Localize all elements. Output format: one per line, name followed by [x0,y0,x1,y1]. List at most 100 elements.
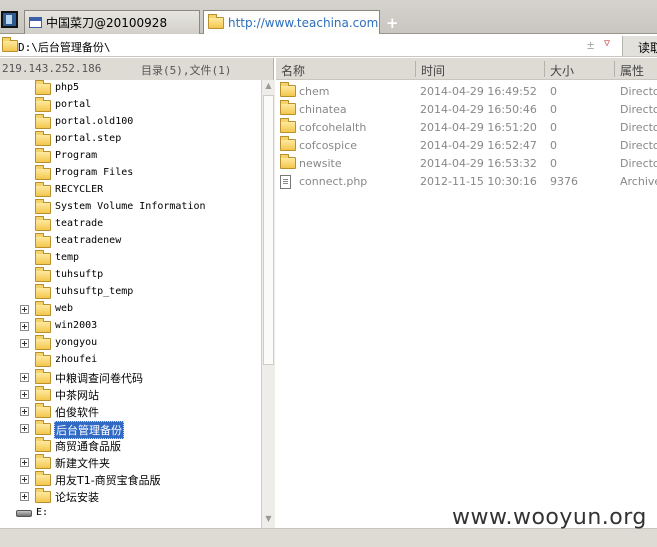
tab-bar: 中国菜刀@20100928 http://www.teachina.com/up… [0,0,657,34]
expand-icon[interactable] [20,305,29,314]
tree-item-label: 用友T1-商贸宝食品版 [55,474,161,487]
tree-item[interactable]: php5 [0,80,262,97]
tree-item-label: temp [55,252,80,263]
drive-icon [16,510,32,517]
plus-minus-icon[interactable]: ± [587,38,594,52]
folder-icon [35,80,51,95]
tree-item[interactable]: yongyou [0,335,262,352]
file-attr: Directory [620,121,657,134]
file-time: 2014-04-29 16:49:52 [420,85,537,98]
tree-item[interactable]: 中茶网站 [0,386,262,403]
tree-item[interactable]: E: [0,505,262,522]
tree-scrollbar[interactable]: ▲ ▼ [261,80,275,528]
folder-icon [35,454,51,469]
watermark: www.wooyun.org [452,505,647,530]
column-attr[interactable]: 属性 [620,62,644,79]
file-time: 2014-04-29 16:52:47 [420,139,537,152]
tree-item[interactable]: 伯俊软件 [0,403,262,420]
expand-icon[interactable] [20,390,29,399]
scroll-down-icon[interactable]: ▼ [262,514,275,527]
path-bar: D:\后台管理备份\ ± ▽ 读取 [0,35,657,57]
tree-item-label: 商贸通食品版 [55,440,121,453]
tree-item[interactable]: zhoufei [0,352,262,369]
tab-chopper[interactable]: 中国菜刀@20100928 [24,10,200,34]
file-row[interactable]: cofcospice 2014-04-29 16:52:47 0 Directory [276,136,657,154]
file-row[interactable]: newsite 2014-04-29 16:53:32 0 Directory [276,154,657,172]
tree-item[interactable]: tuhsuftp_temp [0,284,262,301]
tree-item[interactable]: 中粮调查问卷代码 [0,369,262,386]
folder-icon [35,250,51,265]
file-size: 0 [550,103,557,116]
file-name: cofcohelalth [299,121,367,134]
tree-item-label: Program [55,150,98,161]
tree-item[interactable]: teatrade [0,216,262,233]
file-row[interactable]: connect.php 2012-11-15 10:30:16 9376 Archiv… [276,172,657,190]
tree-item-label: zhoufei [55,354,98,365]
tree-item[interactable]: portal.old100 [0,114,262,131]
tree-item[interactable]: System Volume Information [0,199,262,216]
column-time[interactable]: 时间 [421,62,445,79]
scroll-up-icon[interactable]: ▲ [262,81,275,94]
tree-item-label: Program Files [55,167,134,178]
tree-item[interactable]: 论坛安装 [0,488,262,505]
file-list: 名称 时间 大小 属性 chem 2014-04-29 16:49:52 0 Dire… [276,58,657,528]
tree-item[interactable]: RECYCLER [0,182,262,199]
folder-icon [35,148,51,163]
tree-item[interactable]: Program [0,148,262,165]
directory-tree: php5 portal portal.old100 portal.step Progra… [0,80,262,528]
expand-icon[interactable] [20,322,29,331]
tree-item[interactable]: win2003 [0,318,262,335]
folder-icon [35,284,51,299]
tree-item[interactable]: 用友T1-商贸宝食品版 [0,471,262,488]
tab-teachina[interactable]: http://www.teachina.com/up... [203,10,380,34]
tree-item-label: E: [36,507,49,518]
tree-item[interactable]: web [0,301,262,318]
file-attr: Directory [620,157,657,170]
tree-item-label: System Volume Information [55,201,206,212]
path-input[interactable]: D:\后台管理备份\ [18,39,111,55]
column-size[interactable]: 大小 [550,62,574,79]
tree-item[interactable]: temp [0,250,262,267]
scrollbar-thumb[interactable] [263,95,274,365]
folder-icon [35,165,51,180]
tree-item[interactable]: Program Files [0,165,262,182]
read-button[interactable]: 读取 [622,36,657,56]
file-size: 0 [550,121,557,134]
new-tab-button[interactable]: + [386,14,399,32]
expand-icon[interactable] [20,407,29,416]
expand-icon[interactable] [20,475,29,484]
file-name: chinatea [299,103,347,116]
folder-icon [35,318,51,333]
tree-item[interactable]: 商贸通食品版 [0,437,262,454]
folder-icon [280,82,296,97]
app-icon[interactable] [1,11,18,28]
tree-item[interactable]: portal.step [0,131,262,148]
file-row[interactable]: chem 2014-04-29 16:49:52 0 Directory [276,82,657,100]
tree-item[interactable]: 新建文件夹 [0,454,262,471]
tree-item-label: win2003 [55,320,98,331]
file-size: 9376 [550,175,578,188]
tree-item-label: tuhsuftp_temp [55,286,134,297]
expand-icon[interactable] [20,492,29,501]
tree-item-label: RECYCLER [55,184,104,195]
folder-icon [35,420,51,435]
expand-icon[interactable] [20,339,29,348]
tree-item-label: tuhsuftp [55,269,104,280]
expand-icon[interactable] [20,424,29,433]
folder-icon [208,13,224,29]
expand-icon[interactable] [20,373,29,382]
expand-icon[interactable] [20,458,29,467]
column-name[interactable]: 名称 [281,62,305,79]
folder-icon [35,471,51,486]
file-row[interactable]: cofcohelalth 2014-04-29 16:51:20 0 Director… [276,118,657,136]
tree-item-label: portal [55,99,92,110]
chevron-down-icon[interactable]: ▽ [604,38,610,49]
file-time: 2012-11-15 10:30:16 [420,175,537,188]
folder-icon [35,403,51,418]
file-size: 0 [550,85,557,98]
file-row[interactable]: chinatea 2014-04-29 16:50:46 0 Directory [276,100,657,118]
tree-item[interactable]: 后台管理备份 [0,420,262,439]
tree-item[interactable]: tuhsuftp [0,267,262,284]
tree-item[interactable]: portal [0,97,262,114]
tree-item[interactable]: teatradenew [0,233,262,250]
